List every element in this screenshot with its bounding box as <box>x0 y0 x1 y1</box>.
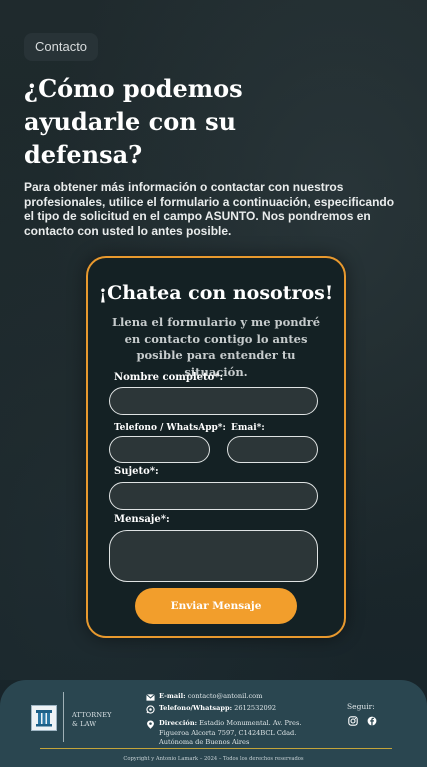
copyright-text: Copyright y Antonio Lamark – 2024 – Todo… <box>123 756 304 762</box>
send-message-button[interactable]: Enviar Mensaje <box>135 588 297 624</box>
follow-label: Seguir: <box>347 702 375 711</box>
name-label: Nombre completo*: <box>114 372 224 383</box>
email-label: Emai*: <box>231 423 265 433</box>
form-subtitle: Llena el formulario y me pondré en conta… <box>111 315 321 379</box>
site-footer: ATTORNEY & LAW E-mail: contacto@antonil.… <box>0 680 427 767</box>
message-label: Mensaje*: <box>114 514 170 525</box>
email-value[interactable]: contacto@antonil.com <box>188 692 263 700</box>
address-line-2: Figueroa Alcorta 7597, C1424BCL Cdad. <box>159 728 297 737</box>
phone-key: Telefono/Whatsapp: <box>159 704 233 712</box>
brand-line-2: & LAW <box>72 720 97 728</box>
page-headline: ¿Cómo podemos ayudarle con su defensa? <box>24 74 243 169</box>
section-tag: Contacto <box>24 33 99 61</box>
footer-email: E-mail: contacto@antonil.com <box>159 692 262 702</box>
contact-form-card: ¡Chatea con nosotros! Llena el formulari… <box>86 256 346 638</box>
address-line-1: Estadio Monumental. Av. Pres. <box>199 719 302 727</box>
brand-name: ATTORNEY & LAW <box>72 711 132 729</box>
facebook-icon[interactable] <box>367 716 377 726</box>
phone-field[interactable] <box>109 436 210 463</box>
pillar-logo-icon[interactable] <box>31 705 57 731</box>
email-key: E-mail: <box>159 692 186 700</box>
subject-label: Sujeto*: <box>114 466 159 477</box>
footer-address: Dirección: Estadio Monumental. Av. Pres.… <box>159 719 329 748</box>
logo-divider <box>63 692 64 742</box>
form-title: ¡Chatea con nosotros! <box>98 282 334 304</box>
brand-line-1: ATTORNEY <box>72 711 112 719</box>
location-pin-icon <box>147 720 154 729</box>
address-line-3: Autónoma de Buenos Aires <box>159 738 250 747</box>
instagram-icon[interactable] <box>348 716 358 726</box>
whatsapp-icon <box>146 705 155 714</box>
subject-field[interactable] <box>109 482 318 510</box>
address-key: Dirección: <box>159 719 198 727</box>
phone-label: Telefono / WhatsApp*: <box>114 423 226 433</box>
email-field[interactable] <box>227 436 318 463</box>
footer-phone: Telefono/Whatsapp: 2612532092 <box>159 704 276 714</box>
footer-divider <box>40 748 392 749</box>
mail-icon <box>146 693 155 701</box>
intro-paragraph: Para obtener más información o contactar… <box>24 180 395 238</box>
name-field[interactable] <box>109 387 318 415</box>
message-textarea[interactable] <box>109 530 318 582</box>
phone-value[interactable]: 2612532092 <box>234 704 276 712</box>
